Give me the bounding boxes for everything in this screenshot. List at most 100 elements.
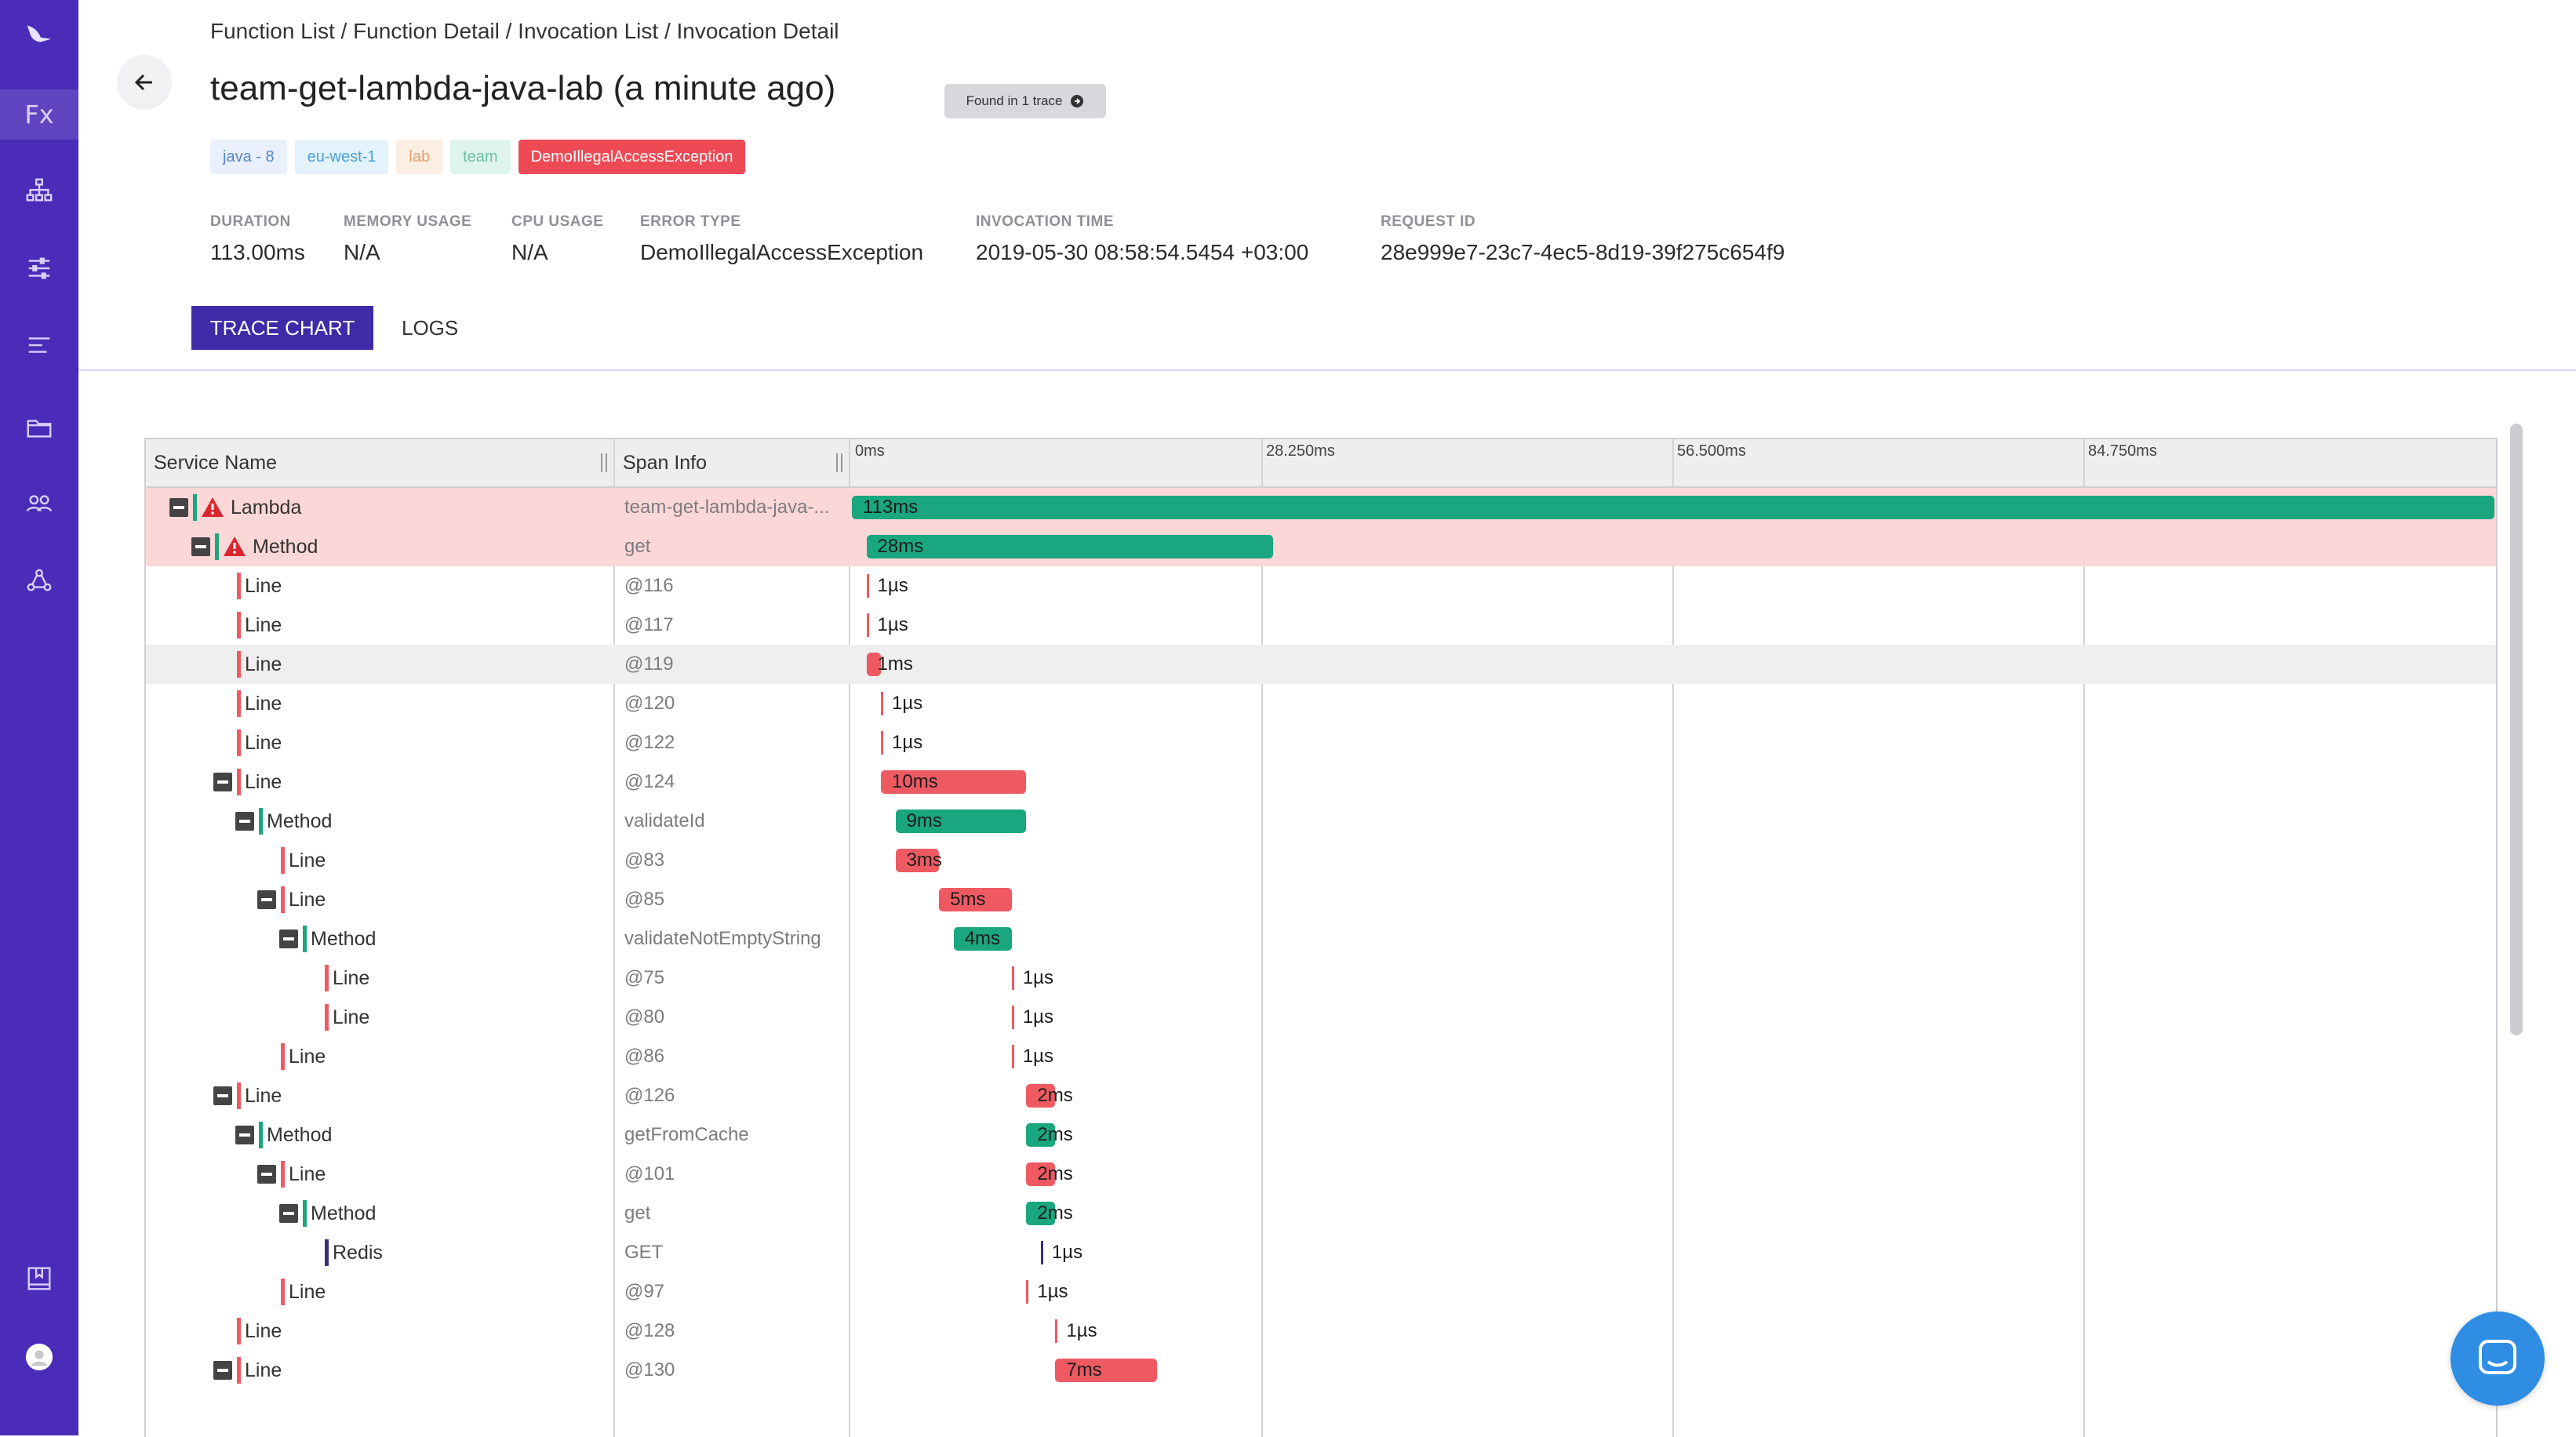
span-bar[interactable]: [1011, 1006, 1014, 1029]
stat-label: ERROR TYPE: [640, 213, 741, 230]
collapse-toggle-icon[interactable]: [235, 812, 254, 831]
timeline-cell: 10ms: [850, 762, 2496, 802]
span-bar[interactable]: [1011, 966, 1014, 990]
span-info: team-get-lambda-java-...: [624, 497, 830, 518]
span-row[interactable]: Redis GET 1µs: [146, 1233, 2496, 1272]
span-info: GET: [624, 1242, 664, 1263]
span-bar[interactable]: [1011, 1045, 1014, 1068]
column-header-span[interactable]: Span Info: [615, 439, 849, 486]
collapse-toggle-icon[interactable]: [191, 537, 210, 556]
tab-trace-chart[interactable]: TRACE CHART: [191, 306, 373, 350]
sitemap-icon[interactable]: [0, 165, 78, 215]
span-row[interactable]: Line @119 1ms: [146, 645, 2496, 684]
collapse-toggle-icon[interactable]: [213, 773, 232, 791]
collapse-toggle-icon[interactable]: [213, 1086, 232, 1105]
collapse-toggle-icon[interactable]: [213, 1361, 232, 1380]
span-bar[interactable]: [852, 496, 2494, 519]
span-duration-label: 5ms: [950, 889, 986, 910]
span-row[interactable]: Line @130 7ms: [146, 1351, 2496, 1390]
folder-icon[interactable]: [0, 403, 78, 453]
service-color-bar: [281, 1161, 285, 1188]
span-info: @124: [624, 771, 675, 792]
span-row[interactable]: Line @75 1µs: [146, 959, 2496, 998]
span-row[interactable]: Line @80 1µs: [146, 998, 2496, 1037]
span-row[interactable]: Line @85 5ms: [146, 880, 2496, 919]
stat-label: DURATION: [210, 213, 291, 230]
span-bar[interactable]: [866, 574, 869, 598]
tag-team[interactable]: team: [450, 140, 511, 174]
trace-chart: Service Name Span Info 0ms 28.250ms 56.5…: [144, 438, 2498, 1437]
span-row[interactable]: Line @120 1µs: [146, 684, 2496, 723]
book-icon[interactable]: [0, 1253, 78, 1304]
stat-value: N/A: [344, 240, 380, 264]
service-color-bar: [237, 573, 241, 599]
resize-handle[interactable]: [836, 453, 842, 472]
span-duration-label: 28ms: [877, 536, 924, 557]
chat-button[interactable]: [2450, 1311, 2545, 1406]
tag-lab[interactable]: lab: [396, 140, 443, 174]
span-bar[interactable]: [1040, 1241, 1043, 1264]
span-row[interactable]: Line @117 1µs: [146, 606, 2496, 645]
service-name: Line: [245, 771, 282, 793]
collapse-toggle-icon[interactable]: [169, 498, 188, 517]
span-duration-label: 1µs: [892, 732, 923, 753]
avatar-icon[interactable]: [0, 1332, 78, 1382]
span-bar[interactable]: [881, 731, 884, 755]
service-name: Line: [289, 1281, 326, 1303]
collapse-toggle-icon[interactable]: [257, 1165, 276, 1184]
column-header-service[interactable]: Service Name: [146, 439, 613, 486]
tag-region[interactable]: eu-west-1: [294, 140, 389, 174]
resize-handle[interactable]: [601, 453, 607, 472]
span-row[interactable]: Method getFromCache 2ms: [146, 1115, 2496, 1155]
span-info: validateNotEmptyString: [624, 928, 821, 949]
span-row[interactable]: Method validateNotEmptyString 4ms: [146, 919, 2496, 959]
service-color-bar: [237, 1082, 241, 1109]
bird-logo-icon[interactable]: [0, 9, 78, 60]
span-row[interactable]: Line @128 1µs: [146, 1311, 2496, 1351]
span-bar[interactable]: [866, 613, 869, 637]
span-bar[interactable]: [881, 692, 884, 715]
breadcrumb[interactable]: Function List / Function Detail / Invoca…: [210, 19, 839, 44]
stat-value: 113.00ms: [210, 240, 305, 264]
list-icon[interactable]: [0, 320, 78, 370]
span-row[interactable]: Method get 28ms: [146, 527, 2496, 566]
fx-icon[interactable]: Fx: [0, 89, 78, 140]
tag-error[interactable]: DemoIllegalAccessException: [518, 140, 746, 174]
span-row[interactable]: Method get 2ms: [146, 1194, 2496, 1233]
sliders-icon[interactable]: [0, 243, 78, 293]
cluster-icon[interactable]: [0, 555, 78, 606]
span-row[interactable]: Line @116 1µs: [146, 566, 2496, 606]
span-duration-label: 2ms: [1037, 1163, 1073, 1184]
tag-runtime[interactable]: java - 8: [210, 140, 287, 174]
span-row[interactable]: Line @126 2ms: [146, 1076, 2496, 1115]
span-bar[interactable]: [1055, 1319, 1058, 1343]
service-cell: Line: [146, 880, 613, 919]
service-cell: Line: [146, 1076, 613, 1115]
span-row[interactable]: Line @86 1µs: [146, 1037, 2496, 1076]
tag-list: java - 8 eu-west-1 lab team DemoIllegalA…: [210, 140, 746, 174]
span-row[interactable]: Line @101 2ms: [146, 1155, 2496, 1194]
collapse-toggle-icon[interactable]: [279, 930, 298, 948]
span-info: validateId: [624, 810, 705, 831]
span-bar[interactable]: [1026, 1280, 1029, 1304]
span-duration-label: 7ms: [1066, 1359, 1102, 1381]
collapse-toggle-icon[interactable]: [257, 890, 276, 909]
collapse-toggle-icon[interactable]: [235, 1126, 254, 1144]
users-icon[interactable]: [0, 478, 78, 529]
collapse-toggle-icon[interactable]: [279, 1204, 298, 1223]
span-bar[interactable]: [866, 535, 1274, 558]
found-in-trace-button[interactable]: Found in 1 trace: [944, 84, 1106, 118]
span-row[interactable]: Line @97 1µs: [146, 1272, 2496, 1311]
scrollbar[interactable]: [2510, 424, 2523, 1035]
timeline-cell: 2ms: [850, 1194, 2496, 1233]
span-row[interactable]: Line @124 10ms: [146, 762, 2496, 802]
span-row[interactable]: Lambda team-get-lambda-java-... 113ms: [146, 488, 2496, 527]
time-tick: 28.250ms: [1266, 442, 1335, 460]
span-row[interactable]: Line @83 3ms: [146, 841, 2496, 880]
back-button[interactable]: [117, 55, 172, 110]
span-row[interactable]: Method validateId 9ms: [146, 802, 2496, 841]
column-header-label: Span Info: [623, 452, 708, 474]
span-row[interactable]: Line @122 1µs: [146, 723, 2496, 762]
service-cell: Line: [146, 723, 613, 762]
tab-logs[interactable]: LOGS: [402, 306, 458, 350]
